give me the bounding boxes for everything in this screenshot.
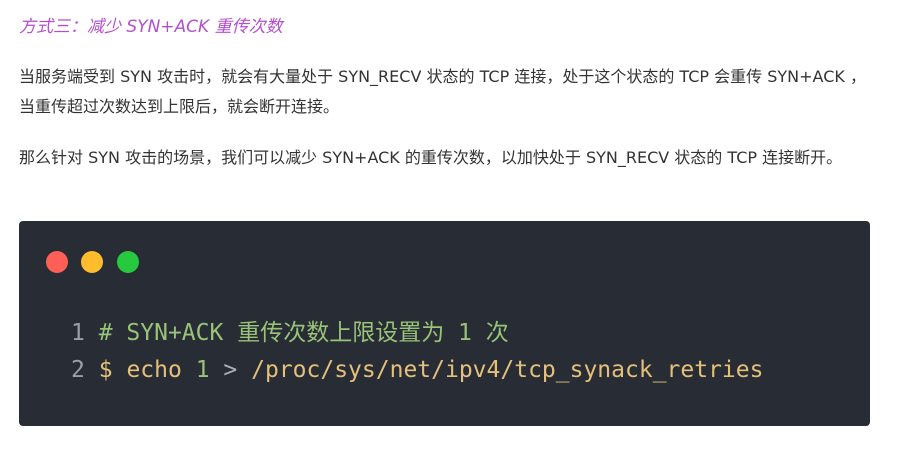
code-comment: # SYN+ACK 重传次数上限设置为 1 次 bbox=[98, 320, 509, 346]
line-number: 1 bbox=[71, 320, 85, 346]
paragraph-syn-recv-explanation: 当服务端受到 SYN 攻击时，就会有大量处于 SYN_RECV 状态的 TCP … bbox=[19, 67, 866, 116]
shell-command: echo bbox=[126, 357, 182, 383]
command-value: 1 bbox=[195, 357, 210, 383]
window-close-dot-icon bbox=[46, 251, 68, 273]
line-number: 2 bbox=[71, 357, 85, 383]
target-file-path: /proc/sys/net/ipv4/tcp_synack_retries bbox=[251, 357, 764, 383]
window-minimize-dot-icon bbox=[81, 251, 103, 273]
redirect-operator: > bbox=[223, 357, 238, 383]
section-heading: 方式三：减少 SYN+ACK 重传次数 bbox=[19, 17, 283, 37]
window-maximize-dot-icon bbox=[117, 251, 139, 273]
shell-prompt: $ bbox=[98, 357, 113, 383]
code-line-2: 2 $ echo 1 > /proc/sys/net/ipv4/tcp_syna… bbox=[71, 355, 763, 385]
paragraph-reduce-retries: 那么针对 SYN 攻击的场景，我们可以减少 SYN+ACK 的重传次数，以加快处… bbox=[19, 148, 843, 167]
code-block: 1 # SYN+ACK 重传次数上限设置为 1 次 2 $ echo 1 > /… bbox=[19, 221, 870, 426]
code-line-1: 1 # SYN+ACK 重传次数上限设置为 1 次 bbox=[71, 318, 509, 348]
